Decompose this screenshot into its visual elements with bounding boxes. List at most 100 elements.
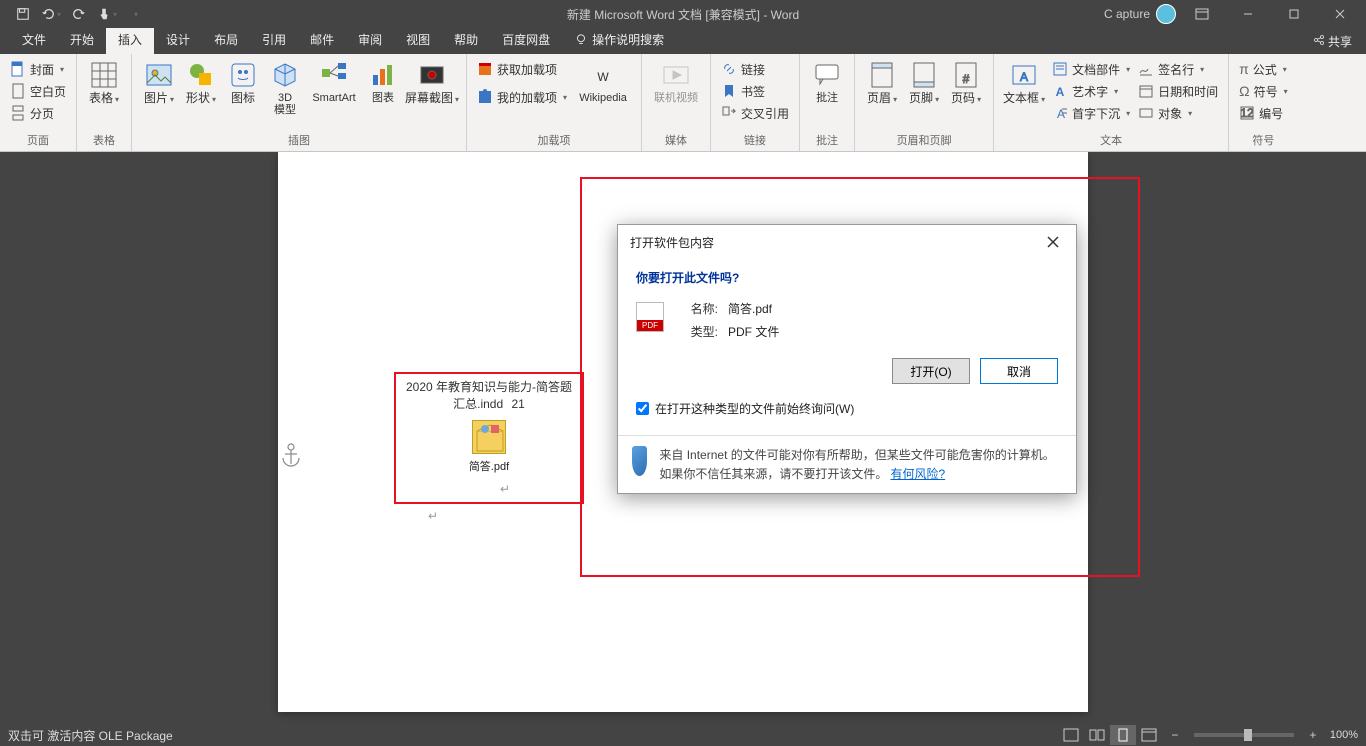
3d-models-button[interactable]: 3D 模型 <box>264 56 306 116</box>
page-number-button[interactable]: #页码▾ <box>945 56 987 105</box>
name-key: 名称: <box>682 300 718 317</box>
wikipedia-label: Wikipedia <box>579 92 627 104</box>
tab-file[interactable]: 文件 <box>10 27 58 54</box>
paragraph-mark-icon: ↵ <box>500 482 510 496</box>
risk-link[interactable]: 有何风险? <box>890 467 945 481</box>
smartart-label: SmartArt <box>312 92 355 104</box>
quick-parts-button[interactable]: 文档部件▾ <box>1048 58 1134 80</box>
qat-customize-icon[interactable]: ▾ <box>124 3 146 25</box>
link-button[interactable]: 链接 <box>717 58 793 80</box>
tab-baidu[interactable]: 百度网盘 <box>490 27 562 54</box>
tab-view[interactable]: 视图 <box>394 27 442 54</box>
wikipedia-button[interactable]: WWikipedia <box>571 56 635 104</box>
chart-label: 图表 <box>372 92 394 104</box>
icons-button[interactable]: 图标 <box>222 56 264 105</box>
tab-home[interactable]: 开始 <box>58 27 106 54</box>
date-time-label: 日期和时间 <box>1158 83 1218 100</box>
symbol-button[interactable]: Ω符号▾ <box>1235 80 1292 102</box>
object-button[interactable]: 对象▾ <box>1134 102 1222 124</box>
share-button[interactable]: 共享 <box>1299 29 1366 54</box>
get-addins-button[interactable]: 获取加载项 <box>473 58 571 80</box>
zoom-in-button[interactable]: + <box>1300 725 1326 745</box>
3d-models-label: 3D 模型 <box>274 92 296 116</box>
my-addins-button[interactable]: 我的加载项▾ <box>473 86 571 108</box>
dropcap-button[interactable]: A首字下沉▾ <box>1048 102 1134 124</box>
comment-button[interactable]: 批注 <box>806 56 848 104</box>
tab-design[interactable]: 设计 <box>154 27 202 54</box>
zoom-slider[interactable] <box>1194 733 1294 737</box>
lightbulb-icon <box>574 33 588 47</box>
zoom-out-button[interactable]: − <box>1162 725 1188 745</box>
undo-icon[interactable]: ▾ <box>40 3 62 25</box>
dialog-warning: 来自 Internet 的文件可能对你有所帮助，但某些文件可能危害你的计算机。如… <box>659 446 1062 483</box>
embedded-object-region[interactable]: 2020 年教育知识与能力-简答题汇总.indd 21 简答.pdf <box>394 372 584 504</box>
group-addins: 获取加载项 我的加载项▾ WWikipedia 加载项 <box>467 54 642 151</box>
always-ask-checkbox[interactable]: 在打开这种类型的文件前始终询问(W) <box>636 400 1058 417</box>
touch-mode-icon[interactable]: ▾ <box>96 3 118 25</box>
open-button[interactable]: 打开(O) <box>892 358 970 384</box>
account-name[interactable]: C apture <box>1104 7 1150 21</box>
cover-page-button[interactable]: 封面▾ <box>6 58 70 80</box>
shield-icon <box>632 446 647 476</box>
web-layout-icon[interactable] <box>1136 725 1162 745</box>
shapes-icon <box>186 60 216 90</box>
header-button[interactable]: 页眉▾ <box>861 56 903 105</box>
table-button[interactable]: 表格▾ <box>83 56 125 105</box>
screenshot-button[interactable]: 屏幕截图▾ <box>404 56 460 105</box>
dialog-footer: 来自 Internet 的文件可能对你有所帮助，但某些文件可能危害你的计算机。如… <box>618 435 1076 493</box>
group-text: A文本框▾ 文档部件▾ A艺术字▾ A首字下沉▾ 签名行▾ 日期和时间 对象▾ … <box>994 54 1229 151</box>
minimize-icon[interactable] <box>1228 0 1268 28</box>
svg-text:#: # <box>963 72 970 86</box>
print-layout-icon[interactable] <box>1110 725 1136 745</box>
bookmark-icon <box>721 83 737 99</box>
always-ask-input[interactable] <box>636 402 649 415</box>
svg-text:12: 12 <box>1240 106 1254 120</box>
title-bar: ▾ ▾ ▾ 新建 Microsoft Word 文档 [兼容模式] - Word… <box>0 0 1366 28</box>
smartart-button[interactable]: SmartArt <box>306 56 362 104</box>
titlebar-right: C apture <box>1104 0 1366 28</box>
tab-references[interactable]: 引用 <box>250 27 298 54</box>
save-icon[interactable] <box>12 3 34 25</box>
zoom-level[interactable]: 100% <box>1330 729 1358 741</box>
equation-button[interactable]: π公式▾ <box>1235 58 1292 80</box>
embedded-filename: 简答.pdf <box>396 458 582 474</box>
group-tables-label: 表格 <box>83 130 125 151</box>
pictures-button[interactable]: 图片▾ <box>138 56 180 105</box>
signature-line-button[interactable]: 签名行▾ <box>1134 58 1222 80</box>
tab-layout[interactable]: 布局 <box>202 27 250 54</box>
textbox-button[interactable]: A文本框▾ <box>1000 56 1048 105</box>
focus-mode-icon[interactable] <box>1058 725 1084 745</box>
date-time-button[interactable]: 日期和时间 <box>1134 80 1222 102</box>
close-icon <box>1047 236 1059 248</box>
cross-reference-button[interactable]: 交叉引用 <box>717 102 793 124</box>
tab-insert[interactable]: 插入 <box>106 27 154 54</box>
bookmark-button[interactable]: 书签 <box>717 80 793 102</box>
chart-button[interactable]: 图表 <box>362 56 404 104</box>
header-label: 页眉 <box>867 91 891 105</box>
number-button[interactable]: 12 编号 <box>1235 102 1292 124</box>
tab-mailings[interactable]: 邮件 <box>298 27 346 54</box>
maximize-icon[interactable] <box>1274 0 1314 28</box>
avatar[interactable] <box>1156 4 1176 24</box>
header-icon <box>867 60 897 90</box>
cancel-button[interactable]: 取消 <box>980 358 1058 384</box>
blank-page-button[interactable]: 空白页 <box>6 80 70 102</box>
tell-me[interactable]: 操作说明搜索 <box>562 27 676 54</box>
read-mode-icon[interactable] <box>1084 725 1110 745</box>
link-icon <box>721 61 737 77</box>
group-text-label: 文本 <box>1000 130 1222 151</box>
footer-button[interactable]: 页脚▾ <box>903 56 945 105</box>
redo-icon[interactable] <box>68 3 90 25</box>
close-icon[interactable] <box>1320 0 1360 28</box>
ribbon-display-icon[interactable] <box>1182 0 1222 28</box>
tab-review[interactable]: 审阅 <box>346 27 394 54</box>
tab-help[interactable]: 帮助 <box>442 27 490 54</box>
page-break-button[interactable]: 分页 <box>6 102 70 124</box>
package-icon[interactable] <box>472 420 506 454</box>
bookmark-label: 书签 <box>741 83 765 100</box>
dialog-close-button[interactable] <box>1038 228 1068 256</box>
wordart-button[interactable]: A艺术字▾ <box>1048 80 1134 102</box>
shapes-button[interactable]: 形状▾ <box>180 56 222 105</box>
number-label: 编号 <box>1259 105 1283 122</box>
dialog-file-info: 名称:简答.pdf 类型:PDF 文件 <box>636 300 1058 340</box>
